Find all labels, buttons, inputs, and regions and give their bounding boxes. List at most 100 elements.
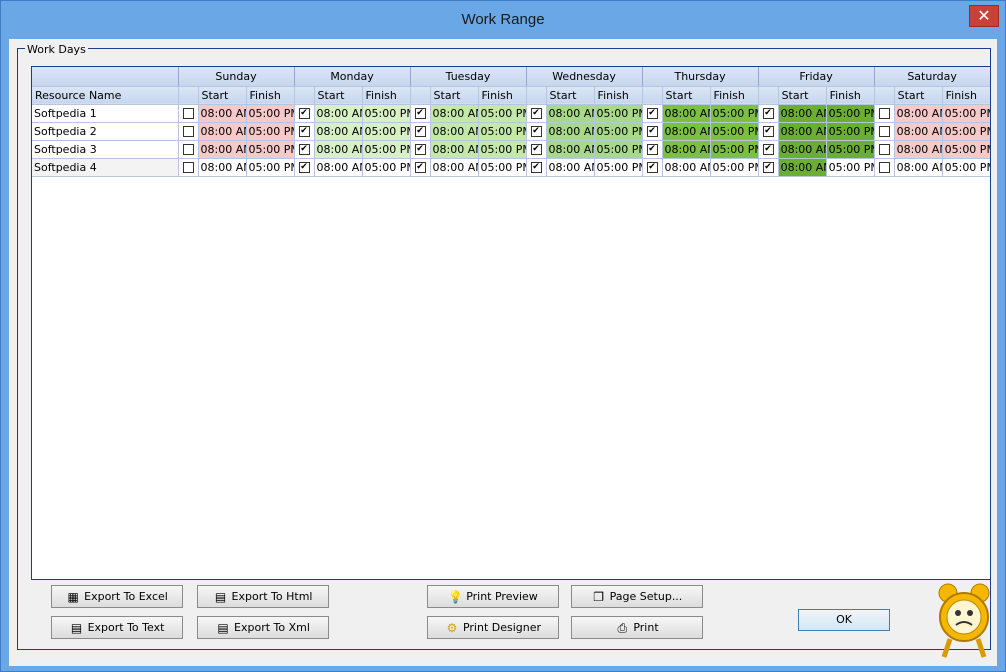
unchecked-checkbox-icon[interactable] — [878, 144, 890, 155]
finish-time-cell[interactable]: 05:00 PM — [478, 104, 527, 123]
finish-time-cell[interactable]: 05:00 PM — [478, 122, 527, 141]
start-time-cell[interactable]: 08:00 AM — [662, 158, 711, 177]
checked-checkbox-icon[interactable]: ✔ — [414, 126, 426, 137]
checked-checkbox-icon[interactable]: ✔ — [762, 108, 774, 119]
day-header-tuesday[interactable]: Tuesday — [410, 67, 527, 87]
start-time-cell[interactable]: 08:00 AM — [430, 140, 479, 159]
finish-time-cell[interactable]: 05:00 PM — [362, 122, 411, 141]
finish-time-cell[interactable]: 05:00 PM — [594, 140, 643, 159]
workday-checkbox-cell[interactable]: ✔ — [758, 140, 779, 159]
checked-checkbox-icon[interactable]: ✔ — [298, 144, 310, 155]
start-time-cell[interactable]: 08:00 AM — [662, 122, 711, 141]
day-header-thursday[interactable]: Thursday — [642, 67, 759, 87]
start-time-cell[interactable]: 08:00 AM — [778, 104, 827, 123]
finish-time-cell[interactable]: 05:00 PM — [710, 140, 759, 159]
finish-time-cell[interactable]: 05:00 PM — [942, 140, 990, 159]
checked-checkbox-icon[interactable]: ✔ — [298, 108, 310, 119]
unchecked-checkbox-icon[interactable] — [182, 162, 194, 173]
table-row[interactable]: Softpedia 308:00 AM05:00 PM✔08:00 AM05:0… — [32, 140, 990, 159]
start-time-cell[interactable]: 08:00 AM — [430, 122, 479, 141]
checked-checkbox-icon[interactable]: ✔ — [414, 144, 426, 155]
checked-checkbox-icon[interactable]: ✔ — [762, 162, 774, 173]
unchecked-checkbox-icon[interactable] — [878, 126, 890, 137]
unchecked-checkbox-icon[interactable] — [182, 144, 194, 155]
close-button[interactable]: ✕ — [969, 5, 999, 27]
start-time-cell[interactable]: 08:00 AM — [314, 122, 363, 141]
checkbox-header[interactable] — [294, 86, 315, 105]
checked-checkbox-icon[interactable]: ✔ — [762, 144, 774, 155]
workday-checkbox-cell[interactable]: ✔ — [642, 122, 663, 141]
start-time-cell[interactable]: 08:00 AM — [546, 104, 595, 123]
checked-checkbox-icon[interactable]: ✔ — [646, 162, 658, 173]
start-time-cell[interactable]: 08:00 AM — [778, 140, 827, 159]
finish-header[interactable]: Finish — [942, 86, 990, 105]
resource-name-header[interactable]: Resource Name — [32, 86, 179, 105]
workday-checkbox-cell[interactable]: ✔ — [526, 104, 547, 123]
table-row[interactable]: Softpedia 208:00 AM05:00 PM✔08:00 AM05:0… — [32, 122, 990, 141]
unchecked-checkbox-icon[interactable] — [878, 108, 890, 119]
finish-time-cell[interactable]: 05:00 PM — [362, 158, 411, 177]
start-time-cell[interactable]: 08:00 AM — [894, 158, 943, 177]
start-header[interactable]: Start — [314, 86, 363, 105]
page-setup-button[interactable]: ❐ Page Setup... — [571, 585, 703, 608]
finish-time-cell[interactable]: 05:00 PM — [942, 104, 990, 123]
checked-checkbox-icon[interactable]: ✔ — [530, 126, 542, 137]
finish-header[interactable]: Finish — [594, 86, 643, 105]
finish-time-cell[interactable]: 05:00 PM — [594, 104, 643, 123]
finish-time-cell[interactable]: 05:00 PM — [710, 158, 759, 177]
workday-checkbox-cell[interactable] — [178, 140, 199, 159]
start-time-cell[interactable]: 08:00 AM — [894, 122, 943, 141]
start-time-cell[interactable]: 08:00 AM — [894, 104, 943, 123]
finish-header[interactable]: Finish — [478, 86, 527, 105]
resource-name-cell[interactable]: Softpedia 3 — [32, 140, 179, 159]
finish-time-cell[interactable]: 05:00 PM — [478, 158, 527, 177]
start-time-cell[interactable]: 08:00 AM — [778, 122, 827, 141]
start-time-cell[interactable]: 08:00 AM — [662, 104, 711, 123]
resource-name-cell[interactable]: Softpedia 1 — [32, 104, 179, 123]
export-html-button[interactable]: ▤ Export To Html — [197, 585, 329, 608]
unchecked-checkbox-icon[interactable] — [878, 162, 890, 173]
workday-checkbox-cell[interactable] — [178, 104, 199, 123]
checkbox-header[interactable] — [526, 86, 547, 105]
start-time-cell[interactable]: 08:00 AM — [662, 140, 711, 159]
start-time-cell[interactable]: 08:00 AM — [198, 158, 247, 177]
start-time-cell[interactable]: 08:00 AM — [198, 104, 247, 123]
print-preview-button[interactable]: 💡 Print Preview — [427, 585, 559, 608]
workday-checkbox-cell[interactable]: ✔ — [642, 140, 663, 159]
workday-checkbox-cell[interactable]: ✔ — [758, 158, 779, 177]
finish-time-cell[interactable]: 05:00 PM — [826, 104, 875, 123]
finish-time-cell[interactable]: 05:00 PM — [246, 104, 295, 123]
start-time-cell[interactable]: 08:00 AM — [894, 140, 943, 159]
finish-header[interactable]: Finish — [246, 86, 295, 105]
start-time-cell[interactable]: 08:00 AM — [314, 104, 363, 123]
start-time-cell[interactable]: 08:00 AM — [198, 140, 247, 159]
workday-checkbox-cell[interactable]: ✔ — [410, 158, 431, 177]
finish-time-cell[interactable]: 05:00 PM — [246, 122, 295, 141]
checked-checkbox-icon[interactable]: ✔ — [762, 126, 774, 137]
work-range-grid[interactable]: Sunday Monday Tuesday Wednesday Thursday Frid… — [31, 66, 991, 580]
finish-time-cell[interactable]: 05:00 PM — [594, 122, 643, 141]
checked-checkbox-icon[interactable]: ✔ — [298, 162, 310, 173]
workday-checkbox-cell[interactable] — [874, 140, 895, 159]
workday-checkbox-cell[interactable] — [178, 158, 199, 177]
checked-checkbox-icon[interactable]: ✔ — [530, 144, 542, 155]
day-header-wednesday[interactable]: Wednesday — [526, 67, 643, 87]
finish-header[interactable]: Finish — [362, 86, 411, 105]
checked-checkbox-icon[interactable]: ✔ — [646, 108, 658, 119]
finish-time-cell[interactable]: 05:00 PM — [942, 158, 990, 177]
start-time-cell[interactable]: 08:00 AM — [430, 158, 479, 177]
unchecked-checkbox-icon[interactable] — [182, 108, 194, 119]
workday-checkbox-cell[interactable]: ✔ — [526, 140, 547, 159]
workday-checkbox-cell[interactable]: ✔ — [294, 140, 315, 159]
finish-time-cell[interactable]: 05:00 PM — [826, 158, 875, 177]
finish-time-cell[interactable]: 05:00 PM — [594, 158, 643, 177]
workday-checkbox-cell[interactable] — [874, 122, 895, 141]
workday-checkbox-cell[interactable]: ✔ — [642, 104, 663, 123]
finish-header[interactable]: Finish — [710, 86, 759, 105]
start-time-cell[interactable]: 08:00 AM — [546, 140, 595, 159]
workday-checkbox-cell[interactable]: ✔ — [410, 140, 431, 159]
day-header-saturday[interactable]: Saturday — [874, 67, 990, 87]
day-header-sunday[interactable]: Sunday — [178, 67, 295, 87]
checkbox-header[interactable] — [642, 86, 663, 105]
workday-checkbox-cell[interactable] — [178, 122, 199, 141]
